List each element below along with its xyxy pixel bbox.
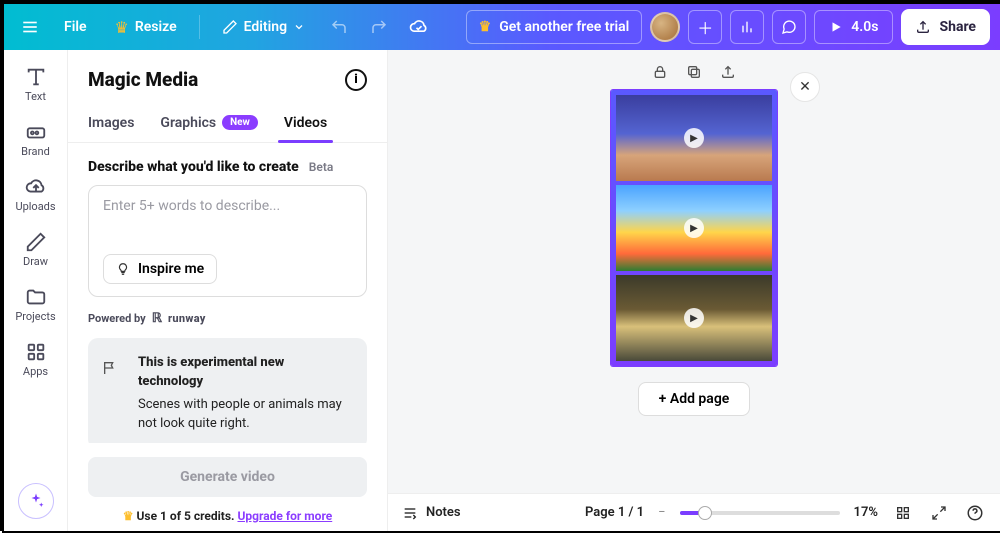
tab-graphics[interactable]: GraphicsNew <box>160 103 258 142</box>
upgrade-link[interactable]: Upgrade for more <box>237 509 332 523</box>
divider <box>199 15 200 39</box>
help-icon[interactable] <box>964 502 986 524</box>
video-clip-3[interactable]: ▶ <box>616 275 772 361</box>
flag-icon <box>102 360 118 376</box>
upload-icon <box>915 19 931 35</box>
experimental-notice: This is experimental new technology Scen… <box>88 338 367 443</box>
page-controls <box>652 64 736 80</box>
play-preview-button[interactable]: 4.0s <box>814 10 893 44</box>
info-icon[interactable]: i <box>345 69 367 91</box>
canvas-area: ✕ ▶ ▶ ▶ + Add page Notes Page 1 / 1 − <box>388 50 1000 531</box>
play-icon: ▶ <box>684 218 704 238</box>
prompt-input[interactable]: Enter 5+ words to describe... Inspire me <box>88 185 367 297</box>
play-icon: ▶ <box>684 308 704 328</box>
pencil-icon <box>222 19 238 35</box>
video-clip-1[interactable]: ▶ <box>616 95 772 181</box>
fullscreen-icon[interactable] <box>928 502 950 524</box>
magic-button[interactable] <box>18 483 54 519</box>
redo-button[interactable] <box>363 11 395 43</box>
analytics-button[interactable] <box>730 10 764 44</box>
share-button[interactable]: Share <box>901 9 990 45</box>
rail-brand[interactable]: Brand <box>4 113 67 166</box>
crown-icon: ♛ <box>115 18 129 37</box>
duplicate-icon[interactable] <box>686 64 702 80</box>
powered-by: Powered by ℝ runway <box>88 311 367 326</box>
new-badge: New <box>222 115 258 130</box>
status-bar: Notes Page 1 / 1 − 17% <box>388 493 1000 531</box>
panel-tabs: Images GraphicsNew Videos <box>68 103 387 143</box>
free-trial-button[interactable]: ♛ Get another free trial <box>466 10 643 44</box>
notes-button[interactable]: Notes <box>402 505 461 521</box>
resize-button[interactable]: ♛ Resize <box>105 11 187 43</box>
rail-text[interactable]: Text <box>4 58 67 111</box>
video-clip-2[interactable]: ▶ <box>616 185 772 271</box>
panel-scroll[interactable]: Describe what you'd like to create Beta … <box>68 143 387 443</box>
play-icon: ▶ <box>684 128 704 148</box>
bulb-icon <box>116 262 130 276</box>
notes-icon <box>402 505 418 521</box>
chevron-down-icon <box>293 21 305 33</box>
tab-images[interactable]: Images <box>88 103 134 142</box>
rail-uploads[interactable]: Uploads <box>4 168 67 221</box>
design-page[interactable]: ▶ ▶ ▶ <box>611 90 777 366</box>
add-member-button[interactable]: ＋ <box>688 10 722 44</box>
rail-projects[interactable]: Projects <box>4 278 67 331</box>
prompt-placeholder: Enter 5+ words to describe... <box>103 198 352 214</box>
generate-video-button[interactable]: Generate video <box>88 457 367 497</box>
file-menu[interactable]: File <box>54 11 97 43</box>
avatar[interactable] <box>650 12 680 42</box>
menu-button[interactable] <box>14 11 46 43</box>
panel-title: Magic Media <box>88 68 198 91</box>
editing-mode-dropdown[interactable]: Editing <box>212 11 315 43</box>
beta-label: Beta <box>309 160 334 174</box>
zoom-slider[interactable] <box>680 511 840 515</box>
export-icon[interactable] <box>720 64 736 80</box>
left-rail: Text Brand Uploads Draw Projects Apps <box>4 50 68 531</box>
cloud-sync-icon[interactable] <box>403 11 435 43</box>
play-icon <box>829 20 843 34</box>
crown-icon: ♛ <box>123 509 134 523</box>
rail-draw[interactable]: Draw <box>4 223 67 276</box>
describe-label: Describe what you'd like to create <box>88 159 299 175</box>
comment-button[interactable] <box>772 10 806 44</box>
credits-row: ♛ Use 1 of 5 credits. Upgrade for more <box>68 503 387 531</box>
crown-icon: ♛ <box>479 19 492 35</box>
close-panel-button[interactable]: ✕ <box>790 72 820 102</box>
top-toolbar: File ♛ Resize Editing ♛ Get another free… <box>4 4 1000 50</box>
page-indicator[interactable]: Page 1 / 1 <box>585 505 644 520</box>
zoom-value[interactable]: 17% <box>854 505 878 520</box>
lock-icon[interactable] <box>652 64 668 80</box>
grid-view-icon[interactable] <box>892 502 914 524</box>
inspire-me-button[interactable]: Inspire me <box>103 254 217 284</box>
undo-button[interactable] <box>323 11 355 43</box>
tab-videos[interactable]: Videos <box>284 103 327 142</box>
side-panel: Magic Media i Images GraphicsNew Videos … <box>68 50 388 531</box>
rail-apps[interactable]: Apps <box>4 333 67 386</box>
add-page-button[interactable]: + Add page <box>638 382 751 416</box>
